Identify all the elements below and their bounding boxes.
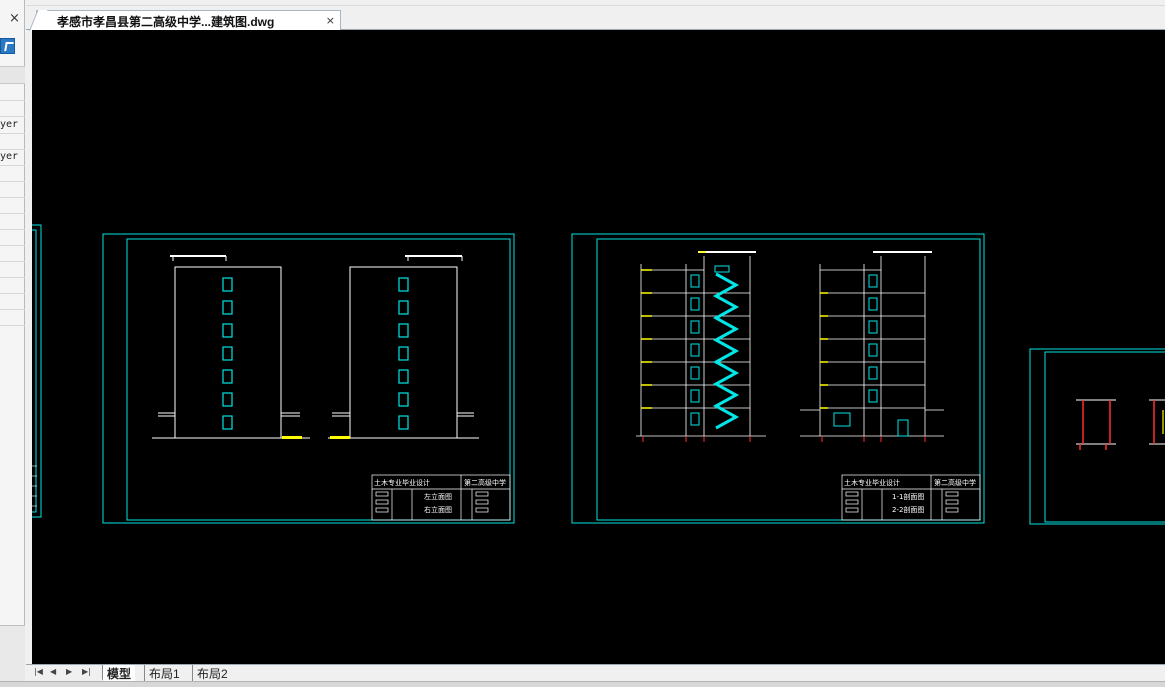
palette-close-icon[interactable]: × bbox=[9, 11, 20, 26]
drawing-name-right-elevation: 右立面图 bbox=[424, 505, 452, 514]
property-row[interactable] bbox=[0, 229, 25, 230]
sheet-elevations: 土木专业毕业设计 第二高级中学 左立面图 右立面图 bbox=[102, 233, 515, 524]
first-layout-button[interactable]: |◀ bbox=[34, 667, 43, 676]
drawing-name-section-2: 2-2剖面图 bbox=[892, 505, 924, 514]
prev-layout-button[interactable]: ◀ bbox=[50, 667, 56, 676]
close-tab-icon[interactable]: × bbox=[326, 14, 335, 27]
property-row[interactable] bbox=[0, 277, 25, 278]
properties-palette: × yer yer bbox=[0, 0, 25, 687]
drawing-name-left-elevation: 左立面图 bbox=[424, 492, 452, 501]
tab-layout-2[interactable]: 布局2 bbox=[192, 665, 232, 681]
property-row[interactable] bbox=[0, 261, 25, 262]
sheet-details-partial bbox=[1029, 348, 1165, 525]
property-row[interactable] bbox=[0, 100, 25, 101]
titleblock-school-name: 第二高级中学 bbox=[934, 478, 976, 487]
tab-model[interactable]: 模型 bbox=[102, 665, 136, 681]
property-row[interactable] bbox=[0, 116, 25, 117]
document-tab[interactable]: 孝感市孝昌县第二高级中学...建筑图.dwg × bbox=[36, 10, 341, 31]
property-row[interactable] bbox=[0, 181, 25, 182]
property-value-layer: yer bbox=[0, 119, 19, 130]
next-layout-button[interactable]: ▶ bbox=[66, 667, 72, 676]
ribbon-edge bbox=[26, 0, 1165, 6]
property-row[interactable] bbox=[0, 325, 25, 326]
status-bar bbox=[0, 681, 1165, 687]
last-layout-button[interactable]: ▶| bbox=[82, 667, 91, 676]
document-tab-bar: 孝感市孝昌县第二高级中学...建筑图.dwg × bbox=[26, 0, 1165, 31]
sheet-sections: 土木专业毕业设计 第二高级中学 1-1剖面图 2-2剖面图 bbox=[571, 233, 985, 524]
palette-header bbox=[0, 66, 25, 84]
quick-select-icon[interactable] bbox=[0, 38, 15, 54]
property-row[interactable] bbox=[0, 149, 25, 150]
sheet-partial-left bbox=[32, 224, 42, 518]
palette-footer bbox=[0, 625, 25, 685]
drawing-name-section-1: 1-1剖面图 bbox=[892, 492, 924, 501]
property-row[interactable] bbox=[0, 245, 25, 246]
property-row[interactable] bbox=[0, 213, 25, 214]
property-value-layer: yer bbox=[0, 151, 19, 162]
tab-layout-1[interactable]: 布局1 bbox=[144, 665, 184, 681]
property-row[interactable] bbox=[0, 293, 25, 294]
titleblock-school-label: 土木专业毕业设计 bbox=[844, 478, 900, 487]
property-row[interactable] bbox=[0, 133, 25, 134]
titleblock-school-label: 土木专业毕业设计 bbox=[374, 478, 430, 487]
titleblock-school-name: 第二高级中学 bbox=[464, 478, 506, 487]
property-row[interactable] bbox=[0, 197, 25, 198]
document-tab-title: 孝感市孝昌县第二高级中学...建筑图.dwg bbox=[57, 15, 275, 29]
model-space-canvas[interactable]: 土木专业毕业设计 第二高级中学 左立面图 右立面图 土木专业毕业设计 第二高级中… bbox=[32, 30, 1165, 664]
property-row[interactable] bbox=[0, 165, 25, 166]
layout-tab-bar: |◀ ◀ ▶ ▶| 模型 布局1 布局2 bbox=[26, 664, 1165, 681]
property-row[interactable] bbox=[0, 309, 25, 310]
